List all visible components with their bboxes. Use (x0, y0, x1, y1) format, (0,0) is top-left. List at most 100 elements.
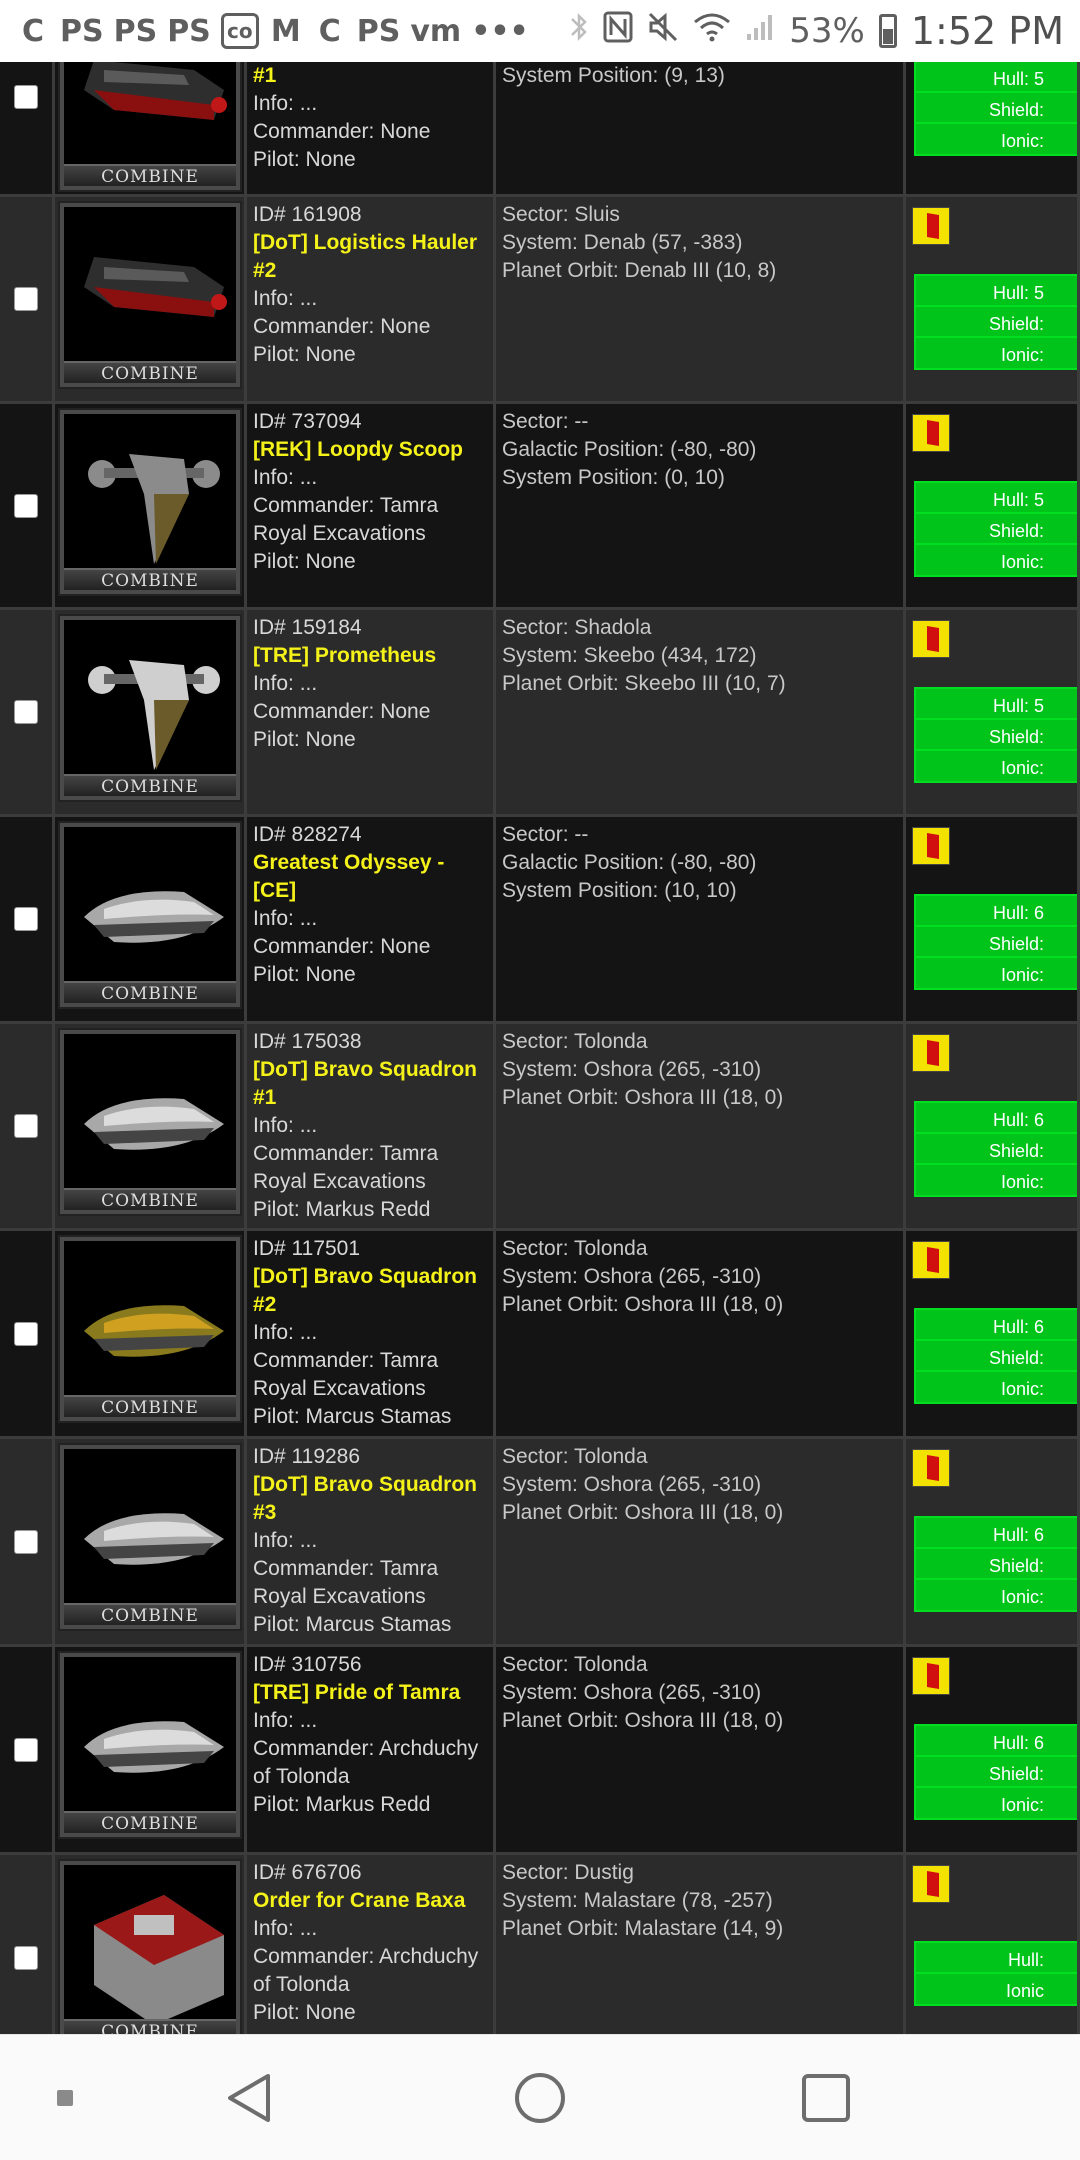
ship-thumbnail[interactable]: COMBINE (58, 408, 242, 596)
ship-name-link[interactable]: [DoT] Bravo Squadron #1 (253, 1056, 487, 1112)
clock: 1:52 PM (910, 9, 1064, 53)
location-line: System: Malastare (78, -257) (502, 1889, 773, 1912)
notification-icon: C (318, 13, 341, 49)
ship-id: ID# 175038 (253, 1030, 362, 1053)
ship-info: Info: ... (253, 1709, 318, 1732)
ship-commander: Commander: None (253, 120, 431, 143)
select-checkbox[interactable] (14, 1321, 38, 1346)
select-checkbox[interactable] (14, 1945, 38, 1970)
flag-icon[interactable] (912, 207, 950, 245)
status-cell: Hull: 6 Shield: Ionic: (906, 1024, 1080, 1231)
ship-pilot: Pilot: None (253, 963, 356, 986)
status-cell: Hull: 5 Shield: Ionic: (906, 197, 1080, 404)
location-cell: Sector: -- Galactic Position: (-80, -80) S… (496, 404, 906, 610)
recents-icon (802, 2074, 850, 2122)
battery-icon (878, 14, 897, 48)
flag-icon[interactable] (912, 1034, 950, 1072)
ship-thumbnail[interactable]: COMBINE (58, 1235, 242, 1423)
ship-info: Info: ... (253, 1114, 318, 1137)
ship-image (84, 62, 227, 120)
ship-thumbnail[interactable]: COMBINE (58, 1028, 242, 1216)
ship-name-link[interactable]: [DoT] Logistics Hauler #2 (253, 229, 487, 285)
combine-logo: COMBINE (64, 774, 236, 796)
ship-pilot: Pilot: Markus Redd (253, 1793, 431, 1816)
ship-image-cell: COMBINE (55, 197, 247, 404)
notification-icon: C (21, 13, 45, 49)
signal-icon (745, 11, 775, 51)
status-cell: Hull: 5 Shield: Ionic: (906, 610, 1080, 817)
select-checkbox[interactable] (14, 85, 38, 109)
home-icon (515, 2073, 565, 2123)
back-button[interactable] (210, 2035, 290, 2160)
location-line: Sector: Tolonda (502, 1237, 648, 1260)
ship-thumbnail[interactable]: COMBINE (58, 1651, 242, 1839)
ship-thumbnail[interactable]: COMBINE (58, 201, 242, 389)
ship-image (94, 1895, 224, 2025)
location-line: Sector: Tolonda (502, 1653, 648, 1676)
ship-name-link[interactable]: [DoT] Bravo Squadron #3 (253, 1471, 487, 1527)
flag-icon[interactable] (912, 827, 950, 865)
select-checkbox[interactable] (14, 1114, 38, 1138)
location-line: Sector: -- (502, 823, 589, 846)
ship-thumbnail[interactable]: COMBINE (58, 614, 242, 802)
playstation-icon: PS (167, 13, 211, 49)
ionic-bar: Ionic: (914, 956, 1077, 990)
ship-image (84, 891, 224, 943)
flag-icon[interactable] (912, 1657, 950, 1695)
select-checkbox[interactable] (14, 907, 38, 931)
ship-thumbnail[interactable]: COMBINE (58, 1859, 242, 2034)
location-line: Galactic Position: (-80, -80) (502, 851, 757, 874)
hull-bar: Hull: 6 (914, 1516, 1077, 1550)
ship-name-link[interactable]: #1 (253, 62, 487, 90)
gmail-icon: M (270, 13, 301, 49)
ionic-bar: Ionic: (914, 122, 1077, 156)
select-checkbox[interactable] (14, 1737, 38, 1762)
playstation-icon: PS (113, 13, 158, 49)
ship-thumbnail[interactable]: COMBINE (58, 821, 242, 1009)
location-line: Planet Orbit: Oshora III (18, 0) (502, 1086, 784, 1109)
combine-logo: COMBINE (64, 2019, 236, 2034)
combine-logo: COMBINE (64, 1188, 236, 1210)
mute-icon (647, 11, 679, 52)
ship-thumbnail[interactable]: COMBINE (58, 1443, 242, 1631)
nfc-icon (603, 11, 633, 52)
combine-logo: COMBINE (64, 164, 236, 186)
ship-name-link[interactable]: [DoT] Bravo Squadron #2 (253, 1263, 487, 1319)
recents-indicator-icon[interactable] (40, 2035, 90, 2160)
ship-info: Info: ... (253, 1529, 318, 1552)
location-line: Planet Orbit: Oshora III (18, 0) (502, 1709, 784, 1732)
ship-name-link[interactable]: [TRE] Prometheus (253, 642, 487, 670)
ship-name-link[interactable]: [TRE] Pride of Tamra (253, 1679, 487, 1707)
select-checkbox[interactable] (14, 1529, 38, 1554)
ship-thumbnail[interactable]: COMBINE (58, 62, 242, 192)
location-cell: Sector: Dustig System: Malastare (78, -25… (496, 1855, 906, 2034)
ship-info: Info: ... (253, 907, 318, 930)
wifi-icon (693, 11, 731, 51)
table-row: COMBINE ID# 676706 Order for Crane Baxa Inf… (0, 1855, 1080, 2034)
ship-name-link[interactable]: [REK] Loopdy Scoop (253, 436, 487, 464)
table-row: COMBINE ID# 310756 [TRE] Pride of Tamra Inf… (0, 1647, 1080, 1855)
flag-icon[interactable] (912, 1241, 950, 1279)
home-button[interactable] (500, 2035, 580, 2160)
flag-icon[interactable] (912, 620, 950, 658)
location-line: Planet Orbit: Malastare (14, 9) (502, 1917, 784, 1940)
table-row: COMBINE ID# 159184 [TRE] Prometheus Info: .… (0, 610, 1080, 817)
select-checkbox[interactable] (14, 700, 38, 724)
location-line: System Position: (10, 10) (502, 879, 737, 902)
ship-info: Info: ... (253, 466, 318, 489)
flag-icon[interactable] (912, 1865, 950, 1903)
ship-image (84, 257, 227, 317)
flag-icon[interactable] (912, 414, 950, 452)
hull-bar: Hull: 5 (914, 687, 1077, 721)
select-checkbox[interactable] (14, 287, 38, 311)
ship-name-link[interactable]: Order for Crane Baxa (253, 1887, 487, 1915)
select-checkbox[interactable] (14, 493, 38, 518)
combine-logo: COMBINE (64, 1395, 236, 1417)
location-cell: Sector: Sluis System: Denab (57, -383) Pla… (496, 197, 906, 404)
recents-button[interactable] (786, 2035, 866, 2160)
location-line: Sector: Shadola (502, 616, 652, 639)
hull-bar: Hull: 6 (914, 1724, 1077, 1758)
ship-name-link[interactable]: Greatest Odyssey - [CE] (253, 849, 487, 905)
ship-info-cell: ID# 159184 [TRE] Prometheus Info: ... Comma… (247, 610, 496, 817)
flag-icon[interactable] (912, 1449, 950, 1487)
